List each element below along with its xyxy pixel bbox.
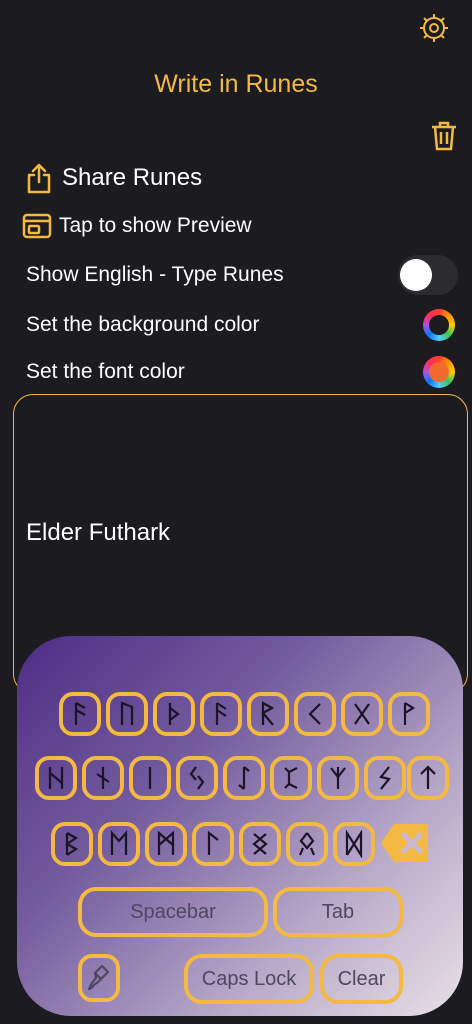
spacebar-key[interactable]: Spacebar — [78, 887, 268, 937]
paintbrush-icon — [87, 964, 110, 991]
rune-key-hagalaz[interactable] — [35, 756, 77, 800]
rune-key-kaunan[interactable] — [294, 692, 336, 736]
rune-othala-icon — [298, 832, 316, 856]
rune-key-fehu[interactable] — [59, 692, 101, 736]
rune-mannaz-icon — [157, 830, 175, 855]
settings-gear-icon[interactable] — [418, 12, 450, 44]
font-color-label: Set the font color — [26, 360, 185, 383]
rune-key-algiz[interactable] — [317, 756, 359, 800]
rune-naudiz-icon — [96, 767, 110, 789]
share-runes-button[interactable]: Share Runes — [26, 162, 202, 194]
rune-tiwaz-icon — [420, 765, 436, 789]
background-color-picker[interactable] — [423, 309, 455, 341]
caps-lock-label: Caps Lock — [201, 967, 297, 990]
caps-lock-key[interactable]: Caps Lock — [184, 954, 314, 1004]
spacebar-label: Spacebar — [130, 900, 216, 923]
rune-algiz-icon — [330, 767, 346, 789]
rune-kaunan-icon — [308, 703, 321, 725]
rune-key-sowilo[interactable] — [364, 756, 406, 800]
rune-key-isaz[interactable] — [129, 756, 171, 800]
rune-key-ansuz[interactable] — [200, 692, 242, 736]
rune-key-mannaz[interactable] — [145, 822, 187, 866]
share-icon — [27, 163, 51, 194]
rune-hagalaz-icon — [48, 767, 64, 789]
rune-berkanan-icon — [64, 832, 79, 856]
background-color-label: Set the background color — [26, 313, 260, 336]
trash-icon[interactable] — [430, 120, 458, 152]
rune-jera-icon — [189, 766, 205, 790]
clear-key[interactable]: Clear — [320, 954, 403, 1004]
backspace-icon[interactable] — [380, 822, 430, 864]
rune-key-othala[interactable] — [286, 822, 328, 866]
rune-key-tiwaz[interactable] — [407, 756, 449, 800]
rune-key-laguz[interactable] — [192, 822, 234, 866]
rune-dagaz-icon — [345, 830, 363, 858]
paintbrush-key[interactable] — [78, 954, 120, 1002]
show-english-toggle[interactable] — [398, 255, 458, 295]
rune-keyboard: Spacebar Tab Caps Lock Clear — [17, 636, 463, 1016]
share-runes-label: Share Runes — [62, 164, 203, 191]
rune-key-ehwaz[interactable] — [98, 822, 140, 866]
rune-perth-icon — [284, 767, 298, 789]
rune-key-jera[interactable] — [176, 756, 218, 800]
rune-wunjo-icon — [403, 702, 416, 725]
rune-uruz-icon — [120, 701, 134, 725]
rune-gebo-icon — [354, 703, 370, 725]
rune-key-wunjo[interactable] — [388, 692, 430, 736]
rune-key-raido[interactable] — [247, 692, 289, 736]
rune-laguz-icon — [207, 830, 219, 855]
page-title: Write in Runes — [154, 70, 318, 98]
rune-ehwaz-icon — [110, 830, 128, 855]
rune-eihwaz-icon — [238, 766, 250, 790]
rune-fehu-icon — [74, 702, 86, 725]
show-preview-button[interactable]: Tap to show Preview — [22, 212, 252, 240]
show-english-label: Show English - Type Runes — [26, 263, 284, 286]
font-color-picker[interactable] — [423, 356, 455, 388]
rune-key-thurisaz[interactable] — [153, 692, 195, 736]
editor-text: Elder Futhark — [26, 519, 171, 546]
background-color-swatch — [429, 315, 449, 335]
rune-key-ingwaz[interactable] — [239, 822, 281, 866]
rune-sowilo-icon — [379, 766, 391, 790]
show-preview-label: Tap to show Preview — [59, 214, 252, 237]
rune-key-gebo[interactable] — [341, 692, 383, 736]
tab-key[interactable]: Tab — [273, 887, 403, 937]
rune-ingwaz-icon — [252, 833, 268, 855]
rune-raido-icon — [261, 701, 275, 726]
toggle-knob — [400, 259, 432, 291]
rune-ansuz-icon — [215, 702, 227, 725]
font-color-swatch — [429, 362, 449, 382]
rune-isaz-icon — [148, 767, 152, 789]
rune-key-uruz[interactable] — [106, 692, 148, 736]
rune-key-berkanan[interactable] — [51, 822, 93, 866]
preview-window-icon — [22, 213, 52, 239]
clear-label: Clear — [337, 967, 386, 990]
tab-label: Tab — [321, 900, 355, 923]
rune-thurisaz-icon — [168, 703, 180, 725]
rune-key-perth[interactable] — [270, 756, 312, 800]
rune-key-eihwaz[interactable] — [223, 756, 265, 800]
rune-key-dagaz[interactable] — [333, 822, 375, 866]
rune-key-naudiz[interactable] — [82, 756, 124, 800]
